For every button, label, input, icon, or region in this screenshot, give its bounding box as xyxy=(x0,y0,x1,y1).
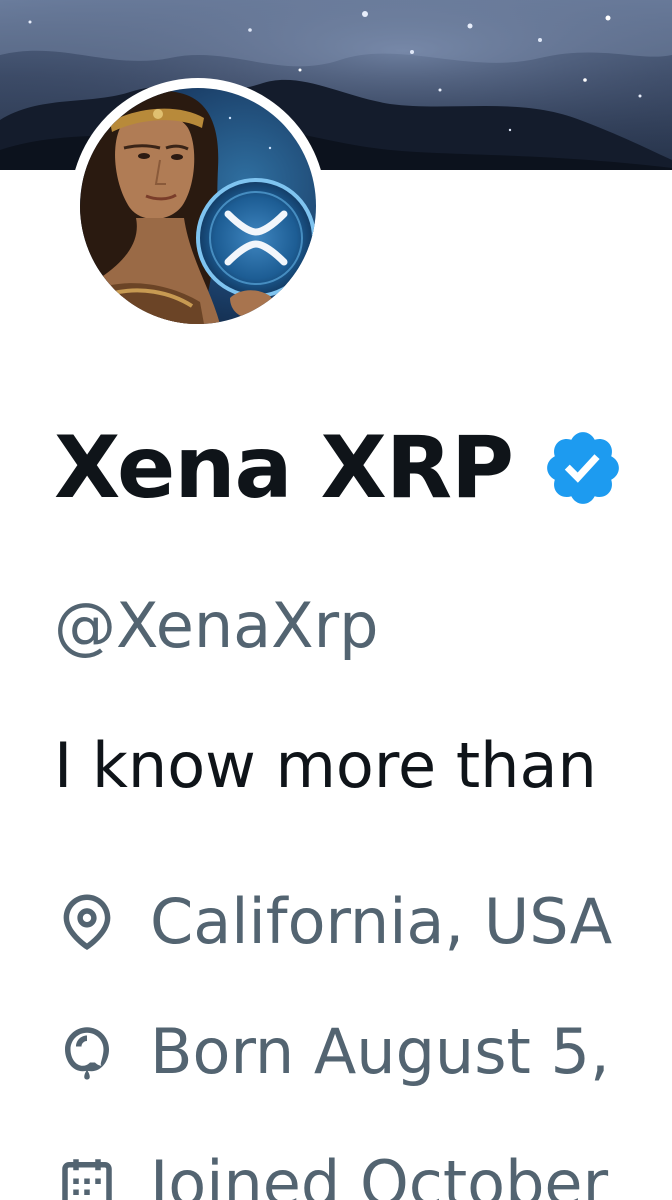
avatar-image xyxy=(80,88,316,324)
birthday-text: Born August 5, xyxy=(150,1015,610,1088)
profile-location: California, USA xyxy=(54,882,612,962)
joined-text: Joined October xyxy=(150,1147,609,1200)
profile-name-row: Xena XRP xyxy=(54,418,625,518)
verified-badge-icon[interactable] xyxy=(541,426,625,510)
profile-birthday: Born August 5, xyxy=(54,1012,610,1092)
balloon-icon xyxy=(65,1027,109,1080)
location-text: California, USA xyxy=(150,885,613,958)
profile-bio: I know more than xyxy=(54,729,597,802)
profile-joined-date: Joined October xyxy=(54,1144,608,1200)
calendar-icon xyxy=(62,1159,112,1200)
location-pin-icon xyxy=(63,894,111,951)
profile-handle: @XenaXrp xyxy=(54,589,379,662)
display-name: Xena XRP xyxy=(54,418,514,518)
profile-page: Xena XRP @XenaXrp I know more than Calif… xyxy=(0,0,672,1200)
profile-avatar[interactable] xyxy=(80,88,316,324)
